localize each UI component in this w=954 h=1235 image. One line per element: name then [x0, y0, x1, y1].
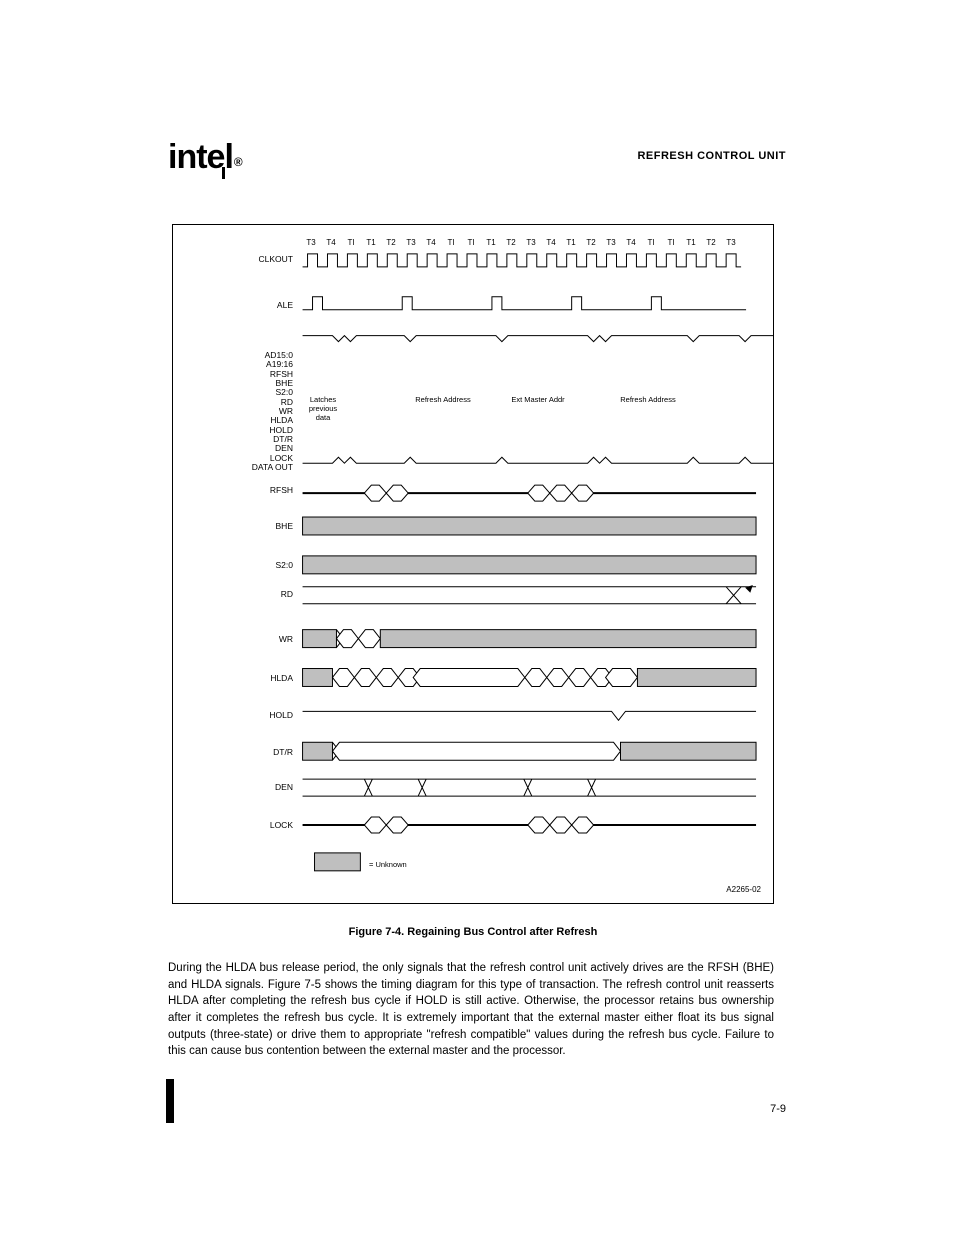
phase-18: TI	[661, 238, 681, 247]
phase-3: T1	[361, 238, 381, 247]
phase-2: TI	[341, 238, 361, 247]
phase-0: T3	[301, 238, 321, 247]
phase-6: T4	[421, 238, 441, 247]
body-paragraph: During the HLDA bus release period, the …	[168, 960, 774, 1060]
label-clkout: CLKOUT	[173, 255, 293, 264]
adstate-4: Refresh Address	[408, 395, 478, 404]
phase-10: T2	[501, 238, 521, 247]
phase-17: TI	[641, 238, 661, 247]
figure-caption: Figure 7-4. Regaining Bus Control after …	[172, 926, 774, 938]
phase-8: TI	[461, 238, 481, 247]
phase-12: T4	[541, 238, 561, 247]
page-edge-mark	[166, 1079, 174, 1123]
label-rfsh2: RFSH	[173, 486, 293, 495]
adstate-0: Latches previous data	[303, 395, 343, 422]
label-hlda: HLDA	[173, 674, 293, 683]
phase-15: T3	[601, 238, 621, 247]
label-den: DEN	[173, 783, 293, 792]
phase-1: T4	[321, 238, 341, 247]
adstate-11: Refresh Address	[613, 395, 683, 404]
label-bhe2: BHE	[173, 522, 293, 531]
phase-20: T2	[701, 238, 721, 247]
label-ad: AD15:0 A19:16 RFSH BHE S2:0 RD WR HLDA H…	[173, 351, 293, 472]
phase-19: T1	[681, 238, 701, 247]
phase-11: T3	[521, 238, 541, 247]
phase-21: T3	[721, 238, 741, 247]
label-lock: LOCK	[173, 821, 293, 830]
running-header: REFRESH CONTROL UNIT	[637, 150, 786, 162]
phase-9: T1	[481, 238, 501, 247]
figure-id: A2265-02	[671, 885, 761, 894]
label-dtr: DT/R	[173, 748, 293, 757]
label-ale: ALE	[173, 301, 293, 310]
phase-13: T1	[561, 238, 581, 247]
phase-7: TI	[441, 238, 461, 247]
phase-4: T2	[381, 238, 401, 247]
label-wr: WR	[173, 635, 293, 644]
legend-text: = Unknown	[369, 860, 449, 869]
intel-logo: intel®	[168, 138, 241, 177]
phase-16: T4	[621, 238, 641, 247]
label-rd: RD	[173, 590, 293, 599]
label-hold: HOLD	[173, 711, 293, 720]
timing-diagram-figure: CLKOUT ALE AD15:0 A19:16 RFSH BHE S2:0 R…	[172, 224, 774, 904]
page-number: 7-9	[770, 1103, 786, 1115]
phase-14: T2	[581, 238, 601, 247]
phase-5: T3	[401, 238, 421, 247]
adstate-7: Ext Master Addr	[503, 395, 573, 404]
label-s20: S2:0	[173, 561, 293, 570]
